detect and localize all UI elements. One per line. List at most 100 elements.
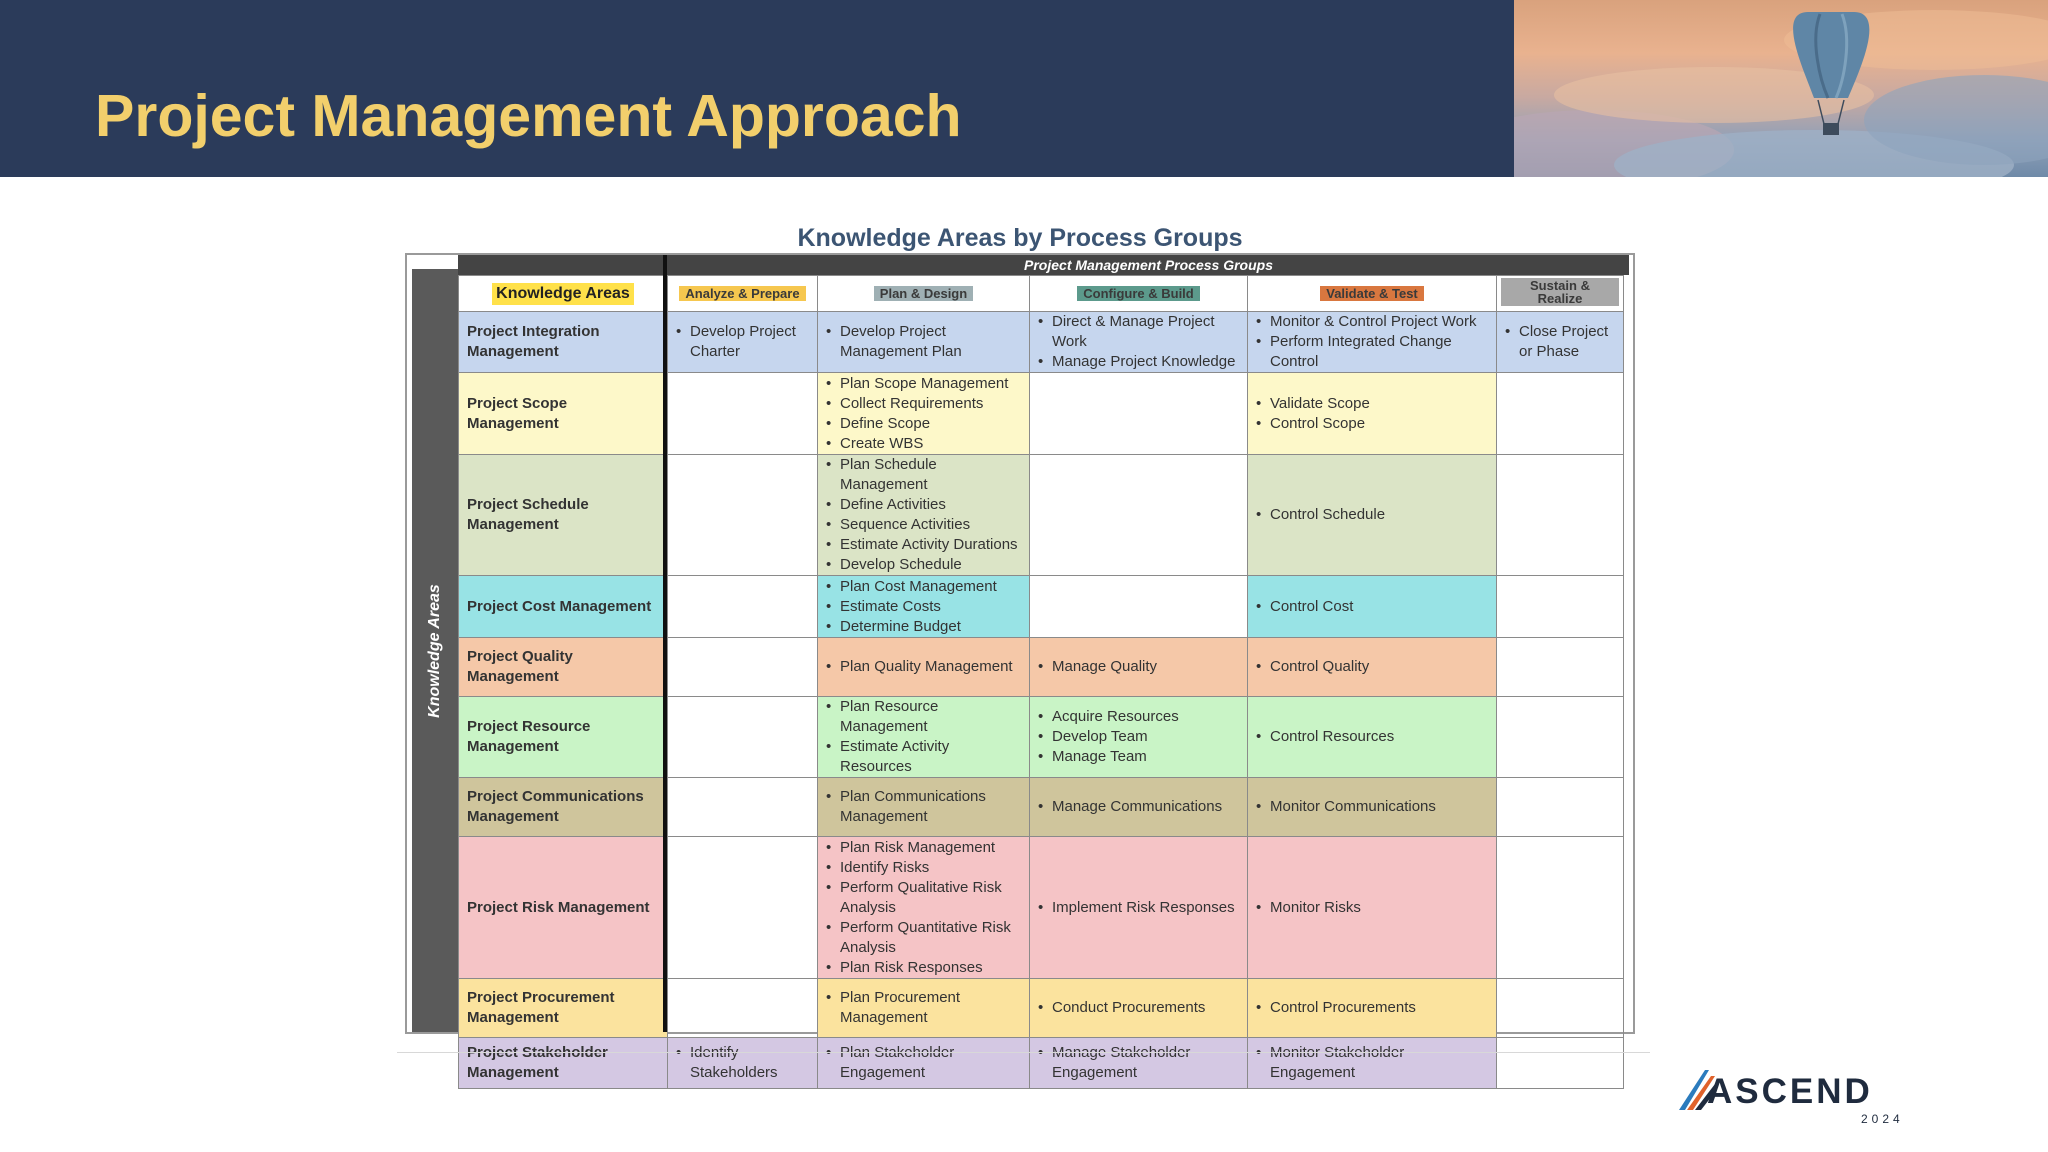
process-item: Plan Resource Management	[826, 698, 1021, 738]
process-cell-validate: Control Cost	[1247, 575, 1497, 638]
process-cell-analyze	[667, 777, 818, 837]
slide-title: Project Management Approach	[95, 83, 962, 149]
process-item: Monitor Communications	[1256, 797, 1488, 817]
process-cell-plan: Develop Project Management Plan	[817, 311, 1030, 373]
process-cell-plan: Plan Procurement Management	[817, 978, 1030, 1038]
process-item: Monitor Risks	[1256, 898, 1488, 918]
process-list: Control Resources	[1256, 727, 1488, 747]
table-row: Project Risk Management Plan Risk Managem…	[458, 836, 1624, 979]
process-cell-plan: Plan Quality Management	[817, 637, 1030, 697]
process-list: Acquire ResourcesDevelop TeamManage Team	[1038, 707, 1239, 767]
process-cell-configure: Manage Communications	[1029, 777, 1248, 837]
process-item: Monitor & Control Project Work	[1256, 313, 1488, 333]
process-list: Implement Risk Responses	[1038, 898, 1239, 918]
process-cell-configure: Acquire ResourcesDevelop TeamManage Team	[1029, 696, 1248, 778]
process-cell-configure: Implement Risk Responses	[1029, 836, 1248, 979]
process-list: Identify Stakeholders	[676, 1043, 809, 1083]
process-item: Monitor Stakeholder Engagement	[1256, 1043, 1488, 1083]
process-cell-configure: Manage Quality	[1029, 637, 1248, 697]
process-cell-analyze: Identify Stakeholders	[667, 1037, 818, 1089]
process-list: Plan Resource ManagementEstimate Activit…	[826, 698, 1021, 777]
process-item: Identify Risks	[826, 858, 1021, 878]
process-item: Create WBS	[826, 434, 1021, 454]
process-cell-validate: Monitor Risks	[1247, 836, 1497, 979]
process-cell-sustain	[1496, 696, 1624, 778]
table-row: Project Scope Management Plan Scope Manag…	[458, 372, 1624, 455]
process-cell-plan: Plan Risk ManagementIdentify Risks Perfor…	[817, 836, 1030, 979]
side-label: Knowledge Areas	[426, 583, 443, 718]
process-list: Control Cost	[1256, 597, 1488, 617]
process-list: Plan Cost ManagementEstimate CostsDeterm…	[826, 577, 1021, 637]
knowledge-area-name: Project Scope Management	[458, 372, 668, 455]
process-list: Manage Quality	[1038, 657, 1239, 677]
process-cell-analyze: Develop Project Charter	[667, 311, 818, 373]
process-list: Develop Project Management Plan	[826, 322, 1021, 362]
process-item: Define Activities	[826, 495, 1021, 515]
process-item: Validate Scope	[1256, 394, 1488, 414]
process-cell-validate: Validate ScopeControl Scope	[1247, 372, 1497, 455]
process-item: Plan Communications Management	[826, 787, 1021, 827]
knowledge-area-name: Project Stakeholder Management	[458, 1037, 668, 1089]
process-cell-analyze	[667, 575, 818, 638]
process-item: Develop Schedule	[826, 555, 1021, 575]
process-item: Develop Project Management Plan	[826, 322, 1021, 362]
process-item: Plan Quality Management	[826, 657, 1021, 677]
process-item: Estimate Activity Resources	[826, 737, 1021, 777]
process-groups-bar: Project Management Process Groups	[458, 255, 1629, 275]
process-item: Plan Risk Management	[826, 838, 1021, 858]
process-list: Plan Procurement Management	[826, 988, 1021, 1028]
process-item: Control Resources	[1256, 727, 1488, 747]
figure-title: Knowledge Areas by Process Groups	[797, 224, 1243, 252]
process-item: Manage Communications	[1038, 797, 1239, 817]
column-header: Configure & Build	[1029, 275, 1248, 312]
process-list: Conduct Procurements	[1038, 998, 1239, 1018]
process-list: Manage Communications	[1038, 797, 1239, 817]
process-cell-sustain	[1496, 454, 1624, 576]
knowledge-area-name: Project Schedule Management	[458, 454, 668, 576]
process-item: Plan Cost Management	[826, 577, 1021, 597]
process-groups-label: Project Management Process Groups	[1024, 257, 1273, 273]
process-item: Estimate Activity Durations	[826, 535, 1021, 555]
process-cell-configure	[1029, 454, 1248, 576]
table-row: Project Stakeholder ManagementIdentify S…	[458, 1037, 1624, 1089]
process-cell-plan: Plan Scope ManagementCollect Requirement…	[817, 372, 1030, 455]
process-item: Manage Stakeholder Engagement	[1038, 1043, 1239, 1083]
logo-year: 2024	[1861, 1112, 1904, 1126]
process-item: Develop Team	[1038, 727, 1239, 747]
process-item: Estimate Costs	[826, 597, 1021, 617]
knowledge-areas-figure: Knowledge Areas by Process Groups Knowle…	[405, 220, 1635, 1089]
hot-air-balloon-image	[1514, 0, 2048, 177]
process-cell-plan: Plan Communications Management	[817, 777, 1030, 837]
process-list: Monitor Stakeholder Engagement	[1256, 1043, 1488, 1083]
process-cell-validate: Control Procurements	[1247, 978, 1497, 1038]
column-chip: Validate & Test	[1320, 285, 1424, 301]
column-chip: Knowledge Areas	[492, 282, 634, 305]
process-list: Plan Stakeholder Engagement	[826, 1043, 1021, 1083]
process-item: Plan Risk Responses	[826, 958, 1021, 978]
process-list: Control Schedule	[1256, 505, 1488, 525]
process-item: Perform Integrated Change Control	[1256, 332, 1488, 372]
process-cell-validate: Control Resources	[1247, 696, 1497, 778]
process-list: Plan Risk ManagementIdentify Risks Perfor…	[826, 838, 1021, 978]
process-cell-analyze	[667, 836, 818, 979]
table-row: Project Cost Management Plan Cost Managem…	[458, 575, 1624, 638]
header-banner: Project Management Approach	[0, 0, 1514, 177]
process-item: Control Schedule	[1256, 505, 1488, 525]
ascend-logo: ASCEND 2024	[1675, 1062, 1915, 1132]
table-row: Project Procurement Management Plan Procu…	[458, 978, 1624, 1038]
process-item: Perform Quantitative Risk Analysis	[826, 918, 1021, 958]
process-item: Acquire Resources	[1038, 707, 1239, 727]
process-list: Plan Scope ManagementCollect Requirement…	[826, 374, 1021, 454]
column-chip: Sustain & Realize	[1501, 278, 1619, 306]
table-row: Project Quality Management Plan Quality M…	[458, 637, 1624, 697]
process-item: Control Quality	[1256, 657, 1488, 677]
table-row: Project Communications Management Plan Co…	[458, 777, 1624, 837]
table-row: Project Resource Management Plan Resource…	[458, 696, 1624, 778]
column-header: Knowledge Areas	[458, 275, 668, 312]
process-cell-analyze	[667, 637, 818, 697]
process-cell-analyze	[667, 454, 818, 576]
process-cell-validate: Control Quality	[1247, 637, 1497, 697]
process-cell-plan: Plan Schedule ManagementDefine Activitie…	[817, 454, 1030, 576]
process-item: Develop Project Charter	[676, 322, 809, 362]
process-cell-plan: Plan Resource ManagementEstimate Activit…	[817, 696, 1030, 778]
